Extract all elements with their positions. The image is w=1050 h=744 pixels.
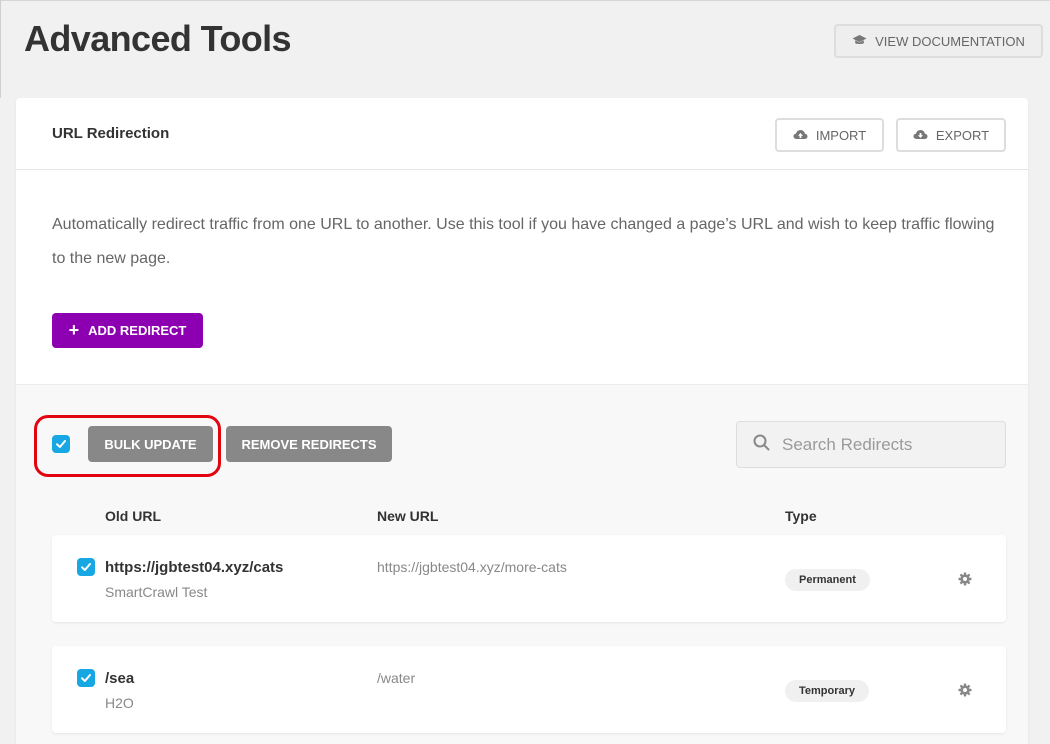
view-documentation-label: VIEW DOCUMENTATION <box>875 33 1025 49</box>
plus-icon: + <box>68 319 80 340</box>
import-label: IMPORT <box>815 127 867 143</box>
export-button[interactable]: EXPORT <box>896 118 1006 152</box>
gear-icon[interactable] <box>958 572 972 586</box>
new-url: /water <box>377 670 416 686</box>
card-header: URL Redirection IMPORT EXPORT <box>16 98 1028 170</box>
search-icon <box>753 434 770 456</box>
description-text: Automatically redirect traffic from one … <box>52 216 995 267</box>
row-checkbox[interactable] <box>77 669 95 687</box>
redirects-table-area: BULK UPDATE REMOVE REDIRECTS Old URL New… <box>16 384 1028 744</box>
row-checkbox[interactable] <box>77 558 95 576</box>
view-documentation-button[interactable]: VIEW DOCUMENTATION <box>834 24 1043 58</box>
column-header-type: Type <box>785 508 817 524</box>
add-redirect-button[interactable]: + ADD REDIRECT <box>52 313 203 348</box>
select-all-checkbox[interactable] <box>52 435 70 453</box>
redirect-type-badge: Temporary <box>785 680 870 702</box>
cloud-upload-icon <box>793 128 808 143</box>
redirect-type-badge: Permanent <box>785 569 870 591</box>
checkmark-icon <box>81 674 91 682</box>
remove-redirects-button[interactable]: REMOVE REDIRECTS <box>226 426 392 462</box>
column-header-new-url: New URL <box>377 508 439 524</box>
page-left-border <box>0 0 1 98</box>
checkmark-icon <box>56 440 66 448</box>
table-row[interactable]: https://jgbtest04.xyz/cats SmartCrawl Te… <box>52 535 1006 622</box>
checkmark-icon <box>81 563 91 571</box>
table-row[interactable]: /sea H2O /water Temporary <box>52 646 1006 733</box>
column-header-old-url: Old URL <box>105 508 161 524</box>
import-button[interactable]: IMPORT <box>775 118 884 152</box>
graduation-cap-icon <box>852 34 867 49</box>
card-title: URL Redirection <box>52 125 170 142</box>
cloud-download-icon <box>913 128 928 143</box>
gear-icon[interactable] <box>958 683 972 697</box>
add-redirect-label: ADD REDIRECT <box>88 323 187 338</box>
url-redirection-card: URL Redirection IMPORT EXPORT Automatica… <box>16 98 1028 744</box>
page-title: Advanced Tools <box>24 18 292 59</box>
search-box[interactable] <box>736 421 1006 468</box>
old-url: https://jgbtest04.xyz/cats <box>105 559 284 576</box>
search-input[interactable] <box>782 434 982 455</box>
redirect-title: H2O <box>105 695 134 711</box>
page-top-border <box>0 0 1050 1</box>
new-url: https://jgbtest04.xyz/more-cats <box>377 559 567 575</box>
bulk-update-button[interactable]: BULK UPDATE <box>88 426 213 462</box>
export-label: EXPORT <box>935 127 990 143</box>
old-url: /sea <box>105 670 135 687</box>
redirect-title: SmartCrawl Test <box>105 584 208 600</box>
